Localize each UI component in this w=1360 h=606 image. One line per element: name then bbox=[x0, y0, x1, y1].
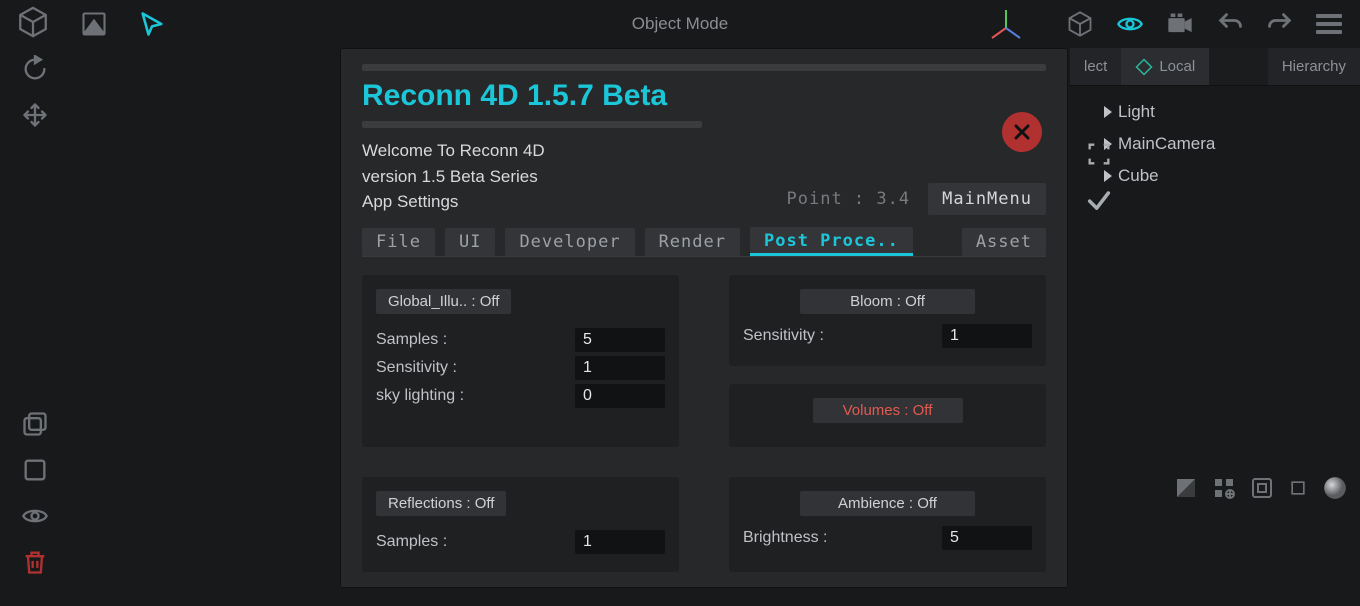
multi-square-icon[interactable] bbox=[21, 410, 49, 438]
gi-toggle[interactable]: Global_Illu.. : Off bbox=[376, 289, 511, 314]
expand-icon bbox=[1104, 106, 1112, 118]
gi-skylight-input[interactable]: 0 bbox=[575, 384, 665, 408]
settings-dialog: Reconn 4D 1.5.7 Beta Welcome To Reconn 4… bbox=[340, 48, 1068, 588]
dialog-info-right: Point : 3.4 MainMenu bbox=[787, 183, 1046, 215]
bottom-right-strip bbox=[1174, 475, 1348, 506]
hierarchy-item-label: Cube bbox=[1118, 166, 1159, 186]
small-box-icon[interactable] bbox=[1288, 478, 1308, 503]
cube-icon[interactable] bbox=[16, 5, 50, 44]
hierarchy-item-light[interactable]: Light bbox=[1080, 96, 1360, 128]
close-button[interactable] bbox=[1002, 112, 1042, 152]
camera-icon[interactable] bbox=[1166, 10, 1194, 38]
redo-icon[interactable] bbox=[1266, 10, 1294, 38]
mainmenu-button[interactable]: MainMenu bbox=[928, 183, 1046, 215]
confirm-check-icon[interactable] bbox=[1085, 186, 1113, 214]
ambience-brightness-row: Brightness : 5 bbox=[743, 526, 1032, 550]
reflections-samples-input[interactable]: 1 bbox=[575, 530, 665, 554]
gi-samples-row: Samples : 5 bbox=[376, 328, 665, 352]
material-icon[interactable] bbox=[1174, 476, 1198, 505]
bloom-sensitivity-row: Sensitivity : 1 bbox=[743, 324, 1032, 348]
nested-square-icon[interactable] bbox=[1250, 476, 1274, 505]
image-icon[interactable] bbox=[80, 10, 108, 38]
tab-postprocess[interactable]: Post Proce.. bbox=[750, 227, 913, 256]
panel-reflections: Reflections : Off Samples : 1 bbox=[362, 477, 679, 572]
hamburger-menu-icon[interactable] bbox=[1316, 10, 1342, 38]
gi-samples-input[interactable]: 5 bbox=[575, 328, 665, 352]
rotate-icon[interactable] bbox=[21, 55, 49, 83]
ambience-brightness-label: Brightness : bbox=[743, 529, 942, 547]
cursor-icon[interactable] bbox=[138, 10, 166, 38]
dialog-welcome-text: Welcome To Reconn 4D version 1.5 Beta Se… bbox=[362, 138, 545, 215]
gi-sensitivity-row: Sensitivity : 1 bbox=[376, 356, 665, 380]
right-panel-tabs: lect Local Hierarchy bbox=[1070, 48, 1360, 86]
undo-icon[interactable] bbox=[1216, 10, 1244, 38]
point-label: Point : 3.4 bbox=[787, 189, 911, 209]
dialog-info-row: Welcome To Reconn 4D version 1.5 Beta Se… bbox=[362, 138, 1046, 215]
reflections-samples-row: Samples : 1 bbox=[376, 530, 665, 554]
panel-ambience: Ambience : Off Brightness : 5 bbox=[729, 477, 1046, 572]
hierarchy-item-cube[interactable]: Cube bbox=[1080, 160, 1360, 192]
left-toolbar bbox=[0, 55, 70, 129]
ambience-toggle[interactable]: Ambience : Off bbox=[800, 491, 975, 516]
reflections-samples-label: Samples : bbox=[376, 533, 575, 551]
tab-local[interactable]: Local bbox=[1121, 48, 1209, 85]
panel-right-col-1: Bloom : Off Sensitivity : 1 Volumes : Of… bbox=[729, 275, 1046, 447]
dialog-drag-bar[interactable] bbox=[362, 64, 1046, 71]
visibility-icon[interactable] bbox=[21, 502, 49, 530]
gi-samples-label: Samples : bbox=[376, 331, 575, 349]
ambience-brightness-input[interactable]: 5 bbox=[942, 526, 1032, 550]
hierarchy-item-label: Light bbox=[1118, 102, 1155, 122]
panel-bloom: Bloom : Off Sensitivity : 1 bbox=[729, 275, 1046, 366]
tab-select[interactable]: lect bbox=[1070, 48, 1121, 85]
dialog-tabs: File UI Developer Render Post Proce.. As… bbox=[362, 227, 1046, 257]
dialog-sub-bar bbox=[362, 121, 702, 128]
hierarchy-item-maincamera[interactable]: MainCamera bbox=[1080, 128, 1360, 160]
right-panel: lect Local Hierarchy Light MainCamera Cu… bbox=[1070, 48, 1360, 606]
reflections-toggle[interactable]: Reflections : Off bbox=[376, 491, 506, 516]
tab-hierarchy[interactable]: Hierarchy bbox=[1268, 48, 1360, 85]
hierarchy-item-label: MainCamera bbox=[1118, 134, 1215, 154]
sphere-icon[interactable] bbox=[1322, 475, 1348, 506]
tab-asset[interactable]: Asset bbox=[962, 228, 1046, 256]
tab-file[interactable]: File bbox=[362, 228, 435, 256]
volumes-toggle[interactable]: Volumes : Off bbox=[813, 398, 963, 423]
bloom-sensitivity-label: Sensitivity : bbox=[743, 327, 942, 345]
top-bar-left bbox=[0, 5, 166, 44]
panel-volumes: Volumes : Off bbox=[729, 384, 1046, 447]
bloom-toggle[interactable]: Bloom : Off bbox=[800, 289, 975, 314]
eye-icon[interactable] bbox=[1116, 10, 1144, 38]
welcome-line-1: Welcome To Reconn 4D bbox=[362, 138, 545, 164]
dialog-title: Reconn 4D 1.5.7 Beta bbox=[362, 79, 1046, 113]
square-icon[interactable] bbox=[21, 456, 49, 484]
box-outline-icon[interactable] bbox=[1066, 10, 1094, 38]
gi-sensitivity-input[interactable]: 1 bbox=[575, 356, 665, 380]
tab-developer[interactable]: Developer bbox=[505, 228, 634, 256]
panel-global-illumination: Global_Illu.. : Off Samples : 5 Sensitiv… bbox=[362, 275, 679, 447]
hierarchy-list: Light MainCamera Cube bbox=[1070, 86, 1360, 192]
focus-frame-icon[interactable] bbox=[1085, 140, 1113, 168]
bloom-sensitivity-input[interactable]: 1 bbox=[942, 324, 1032, 348]
viewport-overlay-icons bbox=[1085, 140, 1113, 214]
trash-icon[interactable] bbox=[21, 548, 49, 576]
grid-add-icon[interactable] bbox=[1212, 476, 1236, 505]
top-bar-right bbox=[1066, 10, 1360, 38]
gi-skylight-label: sky lighting : bbox=[376, 387, 575, 405]
move-icon[interactable] bbox=[21, 101, 49, 129]
tab-render[interactable]: Render bbox=[645, 228, 740, 256]
axis-gizmo-icon[interactable] bbox=[988, 6, 1024, 42]
welcome-line-2: version 1.5 Beta Series bbox=[362, 164, 545, 190]
tab-select-label: lect bbox=[1084, 58, 1107, 75]
tab-hierarchy-label: Hierarchy bbox=[1282, 58, 1346, 75]
top-bar: Object Mode bbox=[0, 0, 1360, 48]
tab-local-label: Local bbox=[1159, 58, 1195, 75]
gi-sensitivity-label: Sensitivity : bbox=[376, 359, 575, 377]
left-toolbar-bottom bbox=[0, 410, 70, 576]
gi-skylight-row: sky lighting : 0 bbox=[376, 384, 665, 408]
settings-grid: Global_Illu.. : Off Samples : 5 Sensitiv… bbox=[362, 275, 1046, 572]
welcome-line-3: App Settings bbox=[362, 189, 545, 215]
tab-ui[interactable]: UI bbox=[445, 228, 495, 256]
